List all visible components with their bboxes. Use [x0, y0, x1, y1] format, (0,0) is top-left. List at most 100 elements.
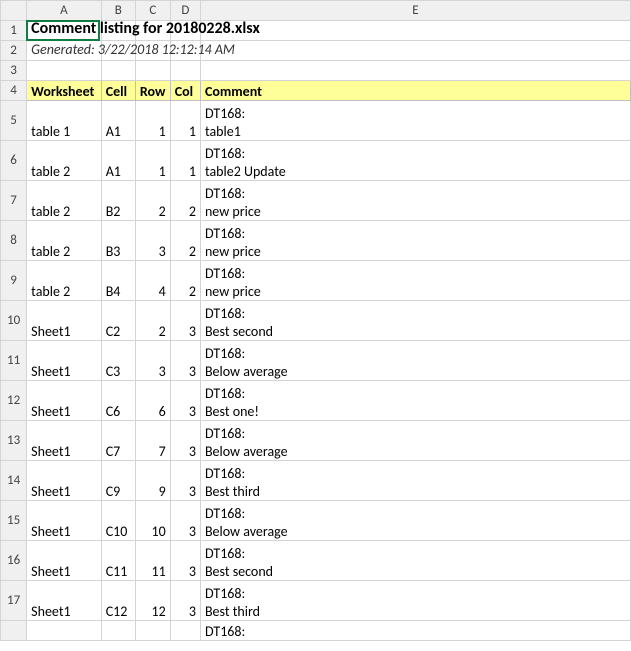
cell-col[interactable]: 3 — [170, 421, 200, 461]
cell-col[interactable]: 3 — [170, 381, 200, 421]
select-all-corner[interactable] — [1, 1, 27, 21]
cell-cellref[interactable]: C10 — [101, 501, 135, 541]
cell-comment[interactable]: DT168: new price — [200, 221, 630, 261]
cell-worksheet[interactable]: table 2 — [27, 141, 102, 181]
cell-comment[interactable]: DT168: Best second — [200, 541, 630, 581]
spreadsheet-grid[interactable]: A B C D E 1 Comment listing for 20180228… — [0, 0, 631, 641]
cell-worksheet[interactable]: Sheet1 — [27, 301, 102, 341]
cell-worksheet[interactable]: table 2 — [27, 261, 102, 301]
cell-row[interactable]: 6 — [135, 381, 170, 421]
cell-comment[interactable]: DT168: Best third — [200, 581, 630, 621]
cell-A2[interactable]: Generated: 3/22/2018 12:12:14 AM — [27, 41, 102, 61]
cell-comment[interactable]: DT168: new price — [200, 261, 630, 301]
cell-worksheet[interactable]: Sheet1 — [27, 461, 102, 501]
cell-cellref[interactable]: C2 — [101, 301, 135, 341]
col-header-A[interactable]: A — [27, 1, 102, 21]
header-worksheet[interactable]: Worksheet — [27, 81, 102, 101]
cell-col[interactable]: 3 — [170, 541, 200, 581]
cell-cellref[interactable]: C11 — [101, 541, 135, 581]
header-col[interactable]: Col — [170, 81, 200, 101]
header-row[interactable]: Row — [135, 81, 170, 101]
cell-cellref[interactable]: C6 — [101, 381, 135, 421]
row-header-4[interactable]: 4 — [1, 81, 27, 101]
cell-row[interactable]: 1 — [135, 141, 170, 181]
cell-B3[interactable] — [101, 61, 135, 81]
row-header-partial[interactable] — [1, 621, 27, 641]
cell-col[interactable]: 3 — [170, 461, 200, 501]
cell-comment[interactable]: DT168: Below average — [200, 501, 630, 541]
cell-cellref[interactable]: B2 — [101, 181, 135, 221]
cell-C3[interactable] — [135, 61, 170, 81]
cell-D3[interactable] — [170, 61, 200, 81]
cell-E2[interactable] — [200, 41, 630, 61]
cell-A1[interactable]: Comment listing for 20180228.xlsx — [27, 21, 102, 41]
cell-A3[interactable] — [27, 61, 102, 81]
cell-col[interactable]: 2 — [170, 261, 200, 301]
cell-col[interactable]: 1 — [170, 141, 200, 181]
row-header-6[interactable]: 6 — [1, 141, 27, 181]
cell-comment[interactable]: DT168: table1 — [200, 101, 630, 141]
cell-col[interactable]: 3 — [170, 301, 200, 341]
cell-cellref[interactable]: B4 — [101, 261, 135, 301]
cell-row[interactable]: 4 — [135, 261, 170, 301]
cell-col[interactable]: 1 — [170, 101, 200, 141]
cell-empty[interactable] — [101, 621, 135, 641]
cell-E3[interactable] — [200, 61, 630, 81]
cell-cellref[interactable]: A1 — [101, 101, 135, 141]
cell-col[interactable]: 3 — [170, 581, 200, 621]
cell-worksheet[interactable]: table 2 — [27, 221, 102, 261]
cell-worksheet[interactable]: table 1 — [27, 101, 102, 141]
cell-comment[interactable]: DT168: Best one! — [200, 381, 630, 421]
cell-cellref[interactable]: C9 — [101, 461, 135, 501]
cell-empty[interactable] — [27, 621, 102, 641]
col-header-E[interactable]: E — [200, 1, 630, 21]
cell-comment[interactable]: DT168: Below average — [200, 421, 630, 461]
cell-row[interactable]: 11 — [135, 541, 170, 581]
cell-cellref[interactable]: C3 — [101, 341, 135, 381]
row-header-11[interactable]: 11 — [1, 341, 27, 381]
cell-col[interactable]: 2 — [170, 221, 200, 261]
cell-row[interactable]: 2 — [135, 301, 170, 341]
cell-worksheet[interactable]: table 2 — [27, 181, 102, 221]
cell-col[interactable]: 3 — [170, 501, 200, 541]
row-header-17[interactable]: 17 — [1, 581, 27, 621]
col-header-B[interactable]: B — [101, 1, 135, 21]
row-header-16[interactable]: 16 — [1, 541, 27, 581]
cell-row[interactable]: 2 — [135, 181, 170, 221]
row-header-12[interactable]: 12 — [1, 381, 27, 421]
cell-comment[interactable]: DT168: Best second — [200, 301, 630, 341]
cell-cellref[interactable]: B3 — [101, 221, 135, 261]
cell-worksheet[interactable]: Sheet1 — [27, 581, 102, 621]
row-header-1[interactable]: 1 — [1, 21, 27, 41]
cell-comment-partial[interactable]: DT168: — [200, 621, 630, 641]
cell-worksheet[interactable]: Sheet1 — [27, 341, 102, 381]
cell-comment[interactable]: DT168: new price — [200, 181, 630, 221]
cell-col[interactable]: 2 — [170, 181, 200, 221]
cell-row[interactable]: 9 — [135, 461, 170, 501]
cell-cellref[interactable]: A1 — [101, 141, 135, 181]
cell-empty[interactable] — [170, 621, 200, 641]
cell-worksheet[interactable]: Sheet1 — [27, 541, 102, 581]
row-header-15[interactable]: 15 — [1, 501, 27, 541]
cell-cellref[interactable]: C7 — [101, 421, 135, 461]
header-comment[interactable]: Comment — [200, 81, 630, 101]
row-header-2[interactable]: 2 — [1, 41, 27, 61]
cell-row[interactable]: 3 — [135, 221, 170, 261]
cell-row[interactable]: 1 — [135, 101, 170, 141]
cell-row[interactable]: 3 — [135, 341, 170, 381]
row-header-10[interactable]: 10 — [1, 301, 27, 341]
row-header-13[interactable]: 13 — [1, 421, 27, 461]
header-cell[interactable]: Cell — [101, 81, 135, 101]
cell-cellref[interactable]: C12 — [101, 581, 135, 621]
cell-worksheet[interactable]: Sheet1 — [27, 501, 102, 541]
col-header-C[interactable]: C — [135, 1, 170, 21]
row-header-7[interactable]: 7 — [1, 181, 27, 221]
cell-col[interactable]: 3 — [170, 341, 200, 381]
cell-comment[interactable]: DT168: table2 Update — [200, 141, 630, 181]
row-header-5[interactable]: 5 — [1, 101, 27, 141]
cell-row[interactable]: 10 — [135, 501, 170, 541]
cell-E1[interactable] — [200, 21, 630, 41]
cell-comment[interactable]: DT168: Below average — [200, 341, 630, 381]
cell-row[interactable]: 7 — [135, 421, 170, 461]
cell-comment[interactable]: DT168: Best third — [200, 461, 630, 501]
